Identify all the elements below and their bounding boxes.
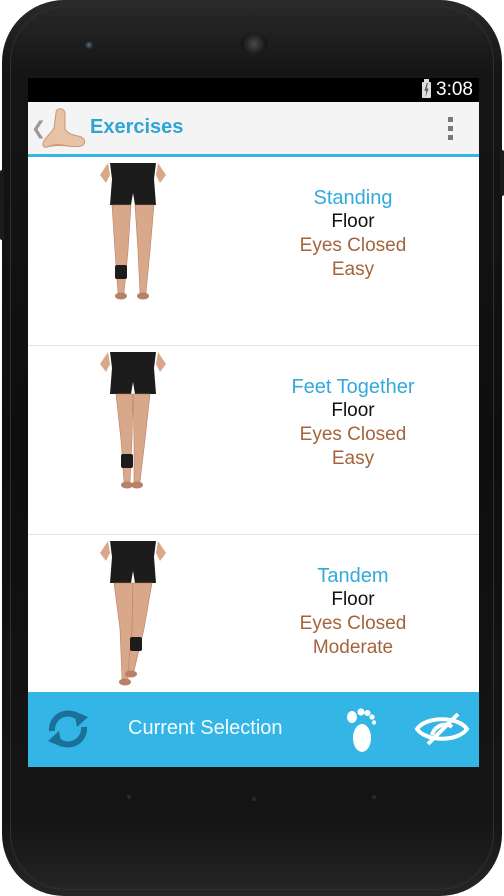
foot — [125, 670, 137, 678]
exercise-surface: Floor — [331, 400, 375, 421]
foot — [131, 481, 143, 489]
page-title: Exercises — [90, 116, 184, 138]
exercise-name: Tandem — [317, 565, 389, 587]
right-arm — [156, 163, 166, 183]
exercise-list: Standing Floor Eyes Closed Easy Feet Tog… — [28, 157, 479, 692]
exercise-surface: Floor — [331, 211, 375, 232]
left-arm — [100, 163, 110, 183]
shirt — [110, 163, 156, 179]
right-arm — [156, 352, 166, 372]
overflow-menu-icon[interactable] — [448, 117, 454, 143]
exercise-surface: Floor — [331, 589, 375, 610]
current-selection-label[interactable]: Current Selection — [128, 717, 283, 740]
status-time: 3:08 — [436, 79, 473, 100]
left-leg — [115, 393, 134, 483]
exercise-list-item[interactable]: Tandem Floor Eyes Closed Moderate — [28, 535, 479, 692]
shorts — [110, 557, 156, 583]
foot — [119, 678, 131, 686]
exercise-details: Standing Floor Eyes Closed Easy — [258, 186, 448, 282]
left-leg — [111, 204, 132, 294]
right-leg — [132, 393, 151, 483]
shirt — [110, 541, 156, 557]
shorts — [110, 179, 156, 205]
nav-dot — [127, 795, 131, 799]
screen: 3:08 ❮ Exercises Standing Floor Eyes Clo… — [28, 78, 479, 767]
eye-closed-icon[interactable] — [414, 711, 470, 747]
exercise-eyes: Eyes Closed — [299, 424, 407, 445]
exercise-difficulty: Easy — [331, 448, 375, 469]
phone-speaker — [241, 33, 267, 55]
shirt — [110, 352, 156, 368]
foot — [115, 292, 127, 300]
footprint-icon[interactable] — [342, 705, 378, 755]
exercise-difficulty: Easy — [331, 259, 375, 280]
phone-side-button — [0, 170, 4, 240]
exercise-list-item[interactable]: Feet Together Floor Eyes Closed Easy — [28, 346, 479, 535]
exercise-difficulty: Moderate — [312, 637, 394, 658]
battery-charging-icon — [422, 79, 431, 98]
exercise-list-item[interactable]: Standing Floor Eyes Closed Easy — [28, 157, 479, 346]
status-bar: 3:08 — [28, 78, 479, 102]
foot-app-icon[interactable] — [41, 107, 87, 149]
exercise-name: Feet Together — [291, 376, 415, 398]
exercise-photo — [100, 163, 166, 300]
ankle-sensor — [130, 637, 142, 651]
exercise-name: Standing — [313, 187, 393, 209]
phone-frame: 3:08 ❮ Exercises Standing Floor Eyes Clo… — [0, 0, 504, 896]
left-arm — [100, 352, 110, 372]
exercise-photo — [100, 541, 166, 686]
exercise-details: Feet Together Floor Eyes Closed Easy — [258, 375, 448, 471]
refresh-icon[interactable] — [44, 707, 92, 751]
front-camera — [84, 40, 94, 50]
exercise-eyes: Eyes Closed — [299, 235, 407, 256]
left-arm — [100, 541, 110, 561]
right-arm — [156, 541, 166, 561]
ankle-sensor — [115, 265, 127, 279]
nav-dot — [372, 795, 376, 799]
exercise-eyes: Eyes Closed — [299, 613, 407, 634]
exercise-details: Tandem Floor Eyes Closed Moderate — [258, 564, 448, 660]
shorts — [110, 368, 156, 394]
exercise-photo — [100, 352, 166, 489]
right-leg — [134, 204, 155, 294]
bottom-action-bar: Current Selection — [28, 692, 479, 767]
ankle-sensor — [121, 454, 133, 468]
action-bar: ❮ Exercises — [28, 102, 479, 157]
nav-dot — [252, 797, 256, 801]
foot — [137, 292, 149, 300]
phone-side-button — [500, 150, 504, 196]
